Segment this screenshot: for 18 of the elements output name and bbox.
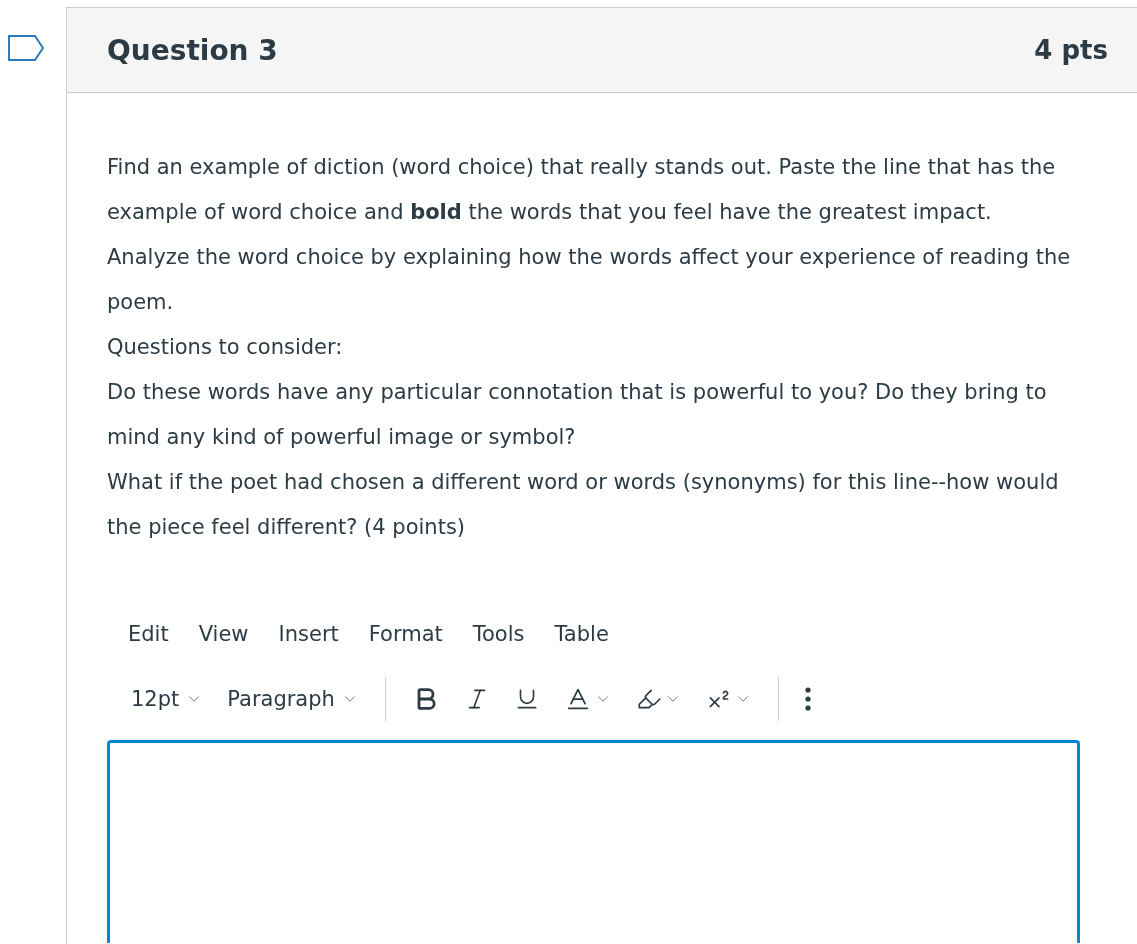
- menu-item[interactable]: Table: [541, 616, 622, 652]
- question-title: Question 3: [107, 33, 278, 67]
- question-text: Do these words have any particular connotation that is powerful to you? Do they bring to mind any kind of powerful image or symbol?: [107, 379, 1048, 451]
- block-format-dropdown[interactable]: Paragraph: [215, 681, 371, 717]
- flag-question-button[interactable]: [7, 34, 45, 62]
- menu-item[interactable]: Tools: [459, 616, 538, 652]
- more-icon: [804, 687, 811, 711]
- answer-box[interactable]: [107, 740, 1080, 943]
- question-points: 4 pts: [1034, 35, 1108, 65]
- menu-item[interactable]: Format: [355, 616, 456, 652]
- question-text: Analyze the word choice by explaining how the words affect your experience of reading the poem.: [107, 244, 1072, 316]
- menu-item[interactable]: Insert: [265, 616, 352, 652]
- menu-item[interactable]: View: [185, 616, 262, 652]
- menu-item[interactable]: Edit: [115, 616, 182, 652]
- font-size-dropdown[interactable]: 12pt: [119, 681, 216, 717]
- question-text: What if the poet had chosen a different word or words (synonyms) for this line--how would the piece feel different? (4 points): [107, 469, 1060, 541]
- question-text: Questions to consider:: [107, 334, 344, 361]
- question-text: Find an example of diction (word choice) that really stands out. Paste the line that has the example of word choice and bold the words that you feel have the greatest impact.: [107, 154, 1057, 226]
